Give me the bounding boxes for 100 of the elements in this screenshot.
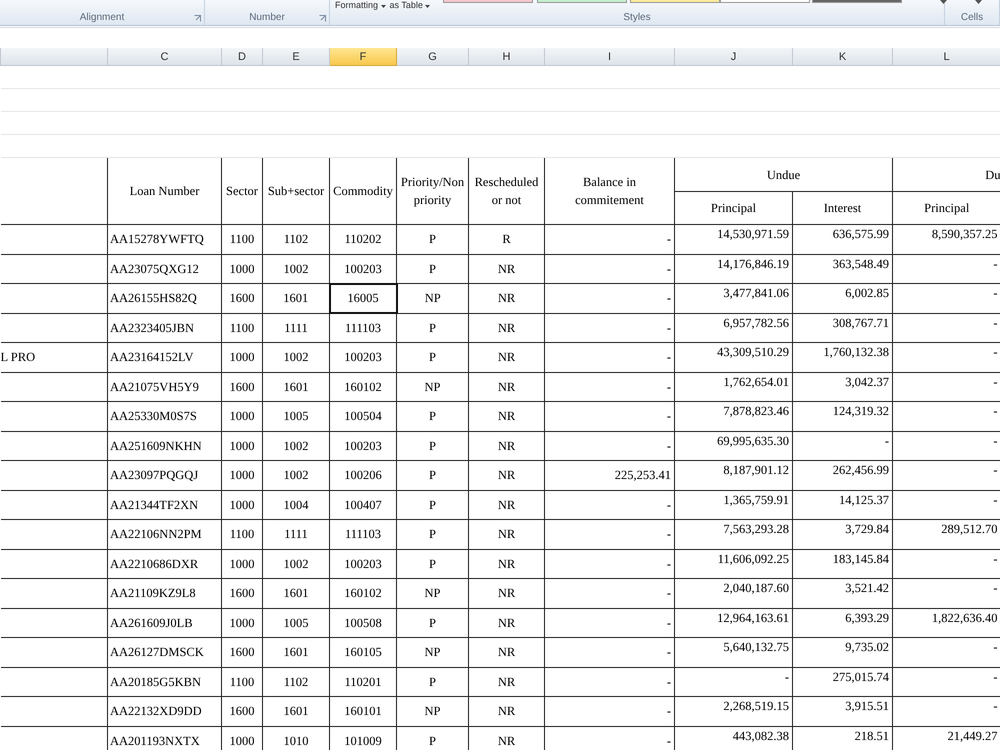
amount-cell: 1,760,132.38 (792, 342, 892, 372)
table-cell: P (396, 224, 468, 254)
amount-cell: 7,563,293.28 (674, 520, 792, 549)
amount-cell: - (544, 638, 674, 667)
amount-cell: 1,365,759.91 (674, 490, 792, 520)
loan-number-cell: AA23097PQGQJ (108, 460, 222, 490)
loan-number-cell: AA21344TF2XN (108, 490, 222, 520)
amount-cell: - (544, 578, 674, 608)
table-cell: 1000 (222, 342, 262, 372)
ribbon-button-label[interactable]: as Table (390, 0, 430, 10)
table-cell: 1100 (222, 224, 262, 254)
dialog-launcher-icon[interactable] (194, 15, 201, 22)
amount-cell: 262,456.99 (792, 460, 892, 490)
column-header[interactable]: H (468, 48, 544, 66)
table-cell: P (396, 402, 468, 431)
table-cell: 1100 (222, 667, 262, 696)
dialog-launcher-icon[interactable] (319, 15, 326, 22)
column-header[interactable]: I (544, 48, 674, 66)
ribbon-group-label: Styles (623, 12, 651, 23)
amount-cell: - (544, 608, 674, 638)
column-heading: Principal (674, 192, 792, 224)
table-cell: 160105 (330, 638, 396, 667)
column-heading: Loan Number (108, 158, 222, 224)
ribbon-group-label: Alignment (80, 12, 124, 23)
amount-cell: 363,548.49 (792, 254, 892, 284)
table-cell: 1600 (222, 578, 262, 608)
table-cell: 160102 (330, 578, 396, 608)
table-cell: 1002 (262, 460, 330, 490)
loan-number-cell: AA23075QXG12 (108, 254, 222, 284)
cell-style-swatch[interactable] (630, 0, 720, 3)
loan-number-cell: AA261609J0LB (108, 608, 222, 638)
amount-cell: 14,176,846.19 (674, 254, 792, 284)
table-cell: P (396, 460, 468, 490)
table-cell: 1000 (222, 402, 262, 431)
table-cell: NR (468, 608, 544, 638)
table-cell: NP (396, 372, 468, 402)
amount-cell: - (544, 490, 674, 520)
column-heading: Priority/Non priority (396, 158, 468, 224)
loan-number-cell: AA2323405JBN (108, 313, 222, 342)
caret-icon[interactable] (975, 0, 982, 5)
table-cell: 1102 (262, 224, 330, 254)
amount-cell: - (544, 696, 674, 726)
table-cell: P (396, 490, 468, 520)
table-cell: 1600 (222, 284, 262, 313)
amount-cell: - (544, 342, 674, 372)
table-cell: P (396, 254, 468, 284)
amount-cell: - (544, 549, 674, 578)
amount-cell: - (544, 224, 674, 254)
column-header[interactable] (0, 48, 108, 66)
amount-cell: - (544, 431, 674, 460)
column-header[interactable]: L (892, 48, 1000, 66)
amount-cell: - (544, 667, 674, 696)
table-cell: 1000 (222, 254, 262, 284)
row-label: L PRO (0, 342, 108, 372)
table-cell: 1000 (222, 490, 262, 520)
column-header[interactable]: J (674, 48, 792, 66)
column-header[interactable]: K (792, 48, 892, 66)
caret-icon[interactable] (940, 0, 947, 5)
column-heading: Balance in commitement (544, 158, 674, 224)
cell-style-swatch[interactable] (720, 0, 810, 3)
ribbon-button-label[interactable]: Formatting (335, 0, 386, 10)
table-cell: 100203 (330, 431, 396, 460)
column-header[interactable]: G (396, 48, 468, 66)
amount-cell: - (792, 431, 892, 460)
table-cell: NR (468, 696, 544, 726)
amount-cell: 43,309,510.29 (674, 342, 792, 372)
table-cell: 1100 (222, 313, 262, 342)
amount-cell: - (674, 667, 792, 696)
table-cell: 1004 (262, 490, 330, 520)
table-cell: 111103 (330, 313, 396, 342)
cell-style-swatch[interactable] (443, 0, 533, 3)
column-header[interactable]: C (108, 48, 222, 66)
column-header[interactable]: D (222, 48, 262, 66)
amount-cell: 5,640,132.75 (674, 638, 792, 667)
table-cell: NR (468, 490, 544, 520)
ribbon-group-label: Cells (960, 12, 984, 23)
cell-style-swatch[interactable] (537, 0, 627, 3)
column-header[interactable]: E (262, 48, 330, 66)
amount-cell: 9,735.02 (792, 638, 892, 667)
table-cell: 1000 (222, 549, 262, 578)
table-cell: 1000 (222, 460, 262, 490)
table-cell: P (396, 342, 468, 372)
table-cell: NR (468, 402, 544, 431)
selected-cell[interactable]: 16005 (330, 284, 396, 313)
table-cell: NP (396, 696, 468, 726)
amount-cell: 6,002.85 (792, 284, 892, 313)
loan-number-cell: AA251609NKHN (108, 431, 222, 460)
table-cell: 1601 (262, 372, 330, 402)
loan-number-cell: AA21109KZ9L8 (108, 578, 222, 608)
amount-cell: - (544, 372, 674, 402)
column-heading: Sub+sector (262, 158, 330, 224)
loan-number-cell: AA21075VH5Y9 (108, 372, 222, 402)
column-header[interactable]: F (330, 48, 396, 66)
table-cell: NR (468, 431, 544, 460)
amount-cell: 8,187,901.12 (674, 460, 792, 490)
cell-style-swatch[interactable] (812, 0, 902, 3)
amount-cell: - (544, 313, 674, 342)
loan-number-cell: AA23164152LV (108, 342, 222, 372)
table-cell: NR (468, 284, 544, 313)
amount-cell: 3,521.42 (792, 578, 892, 608)
